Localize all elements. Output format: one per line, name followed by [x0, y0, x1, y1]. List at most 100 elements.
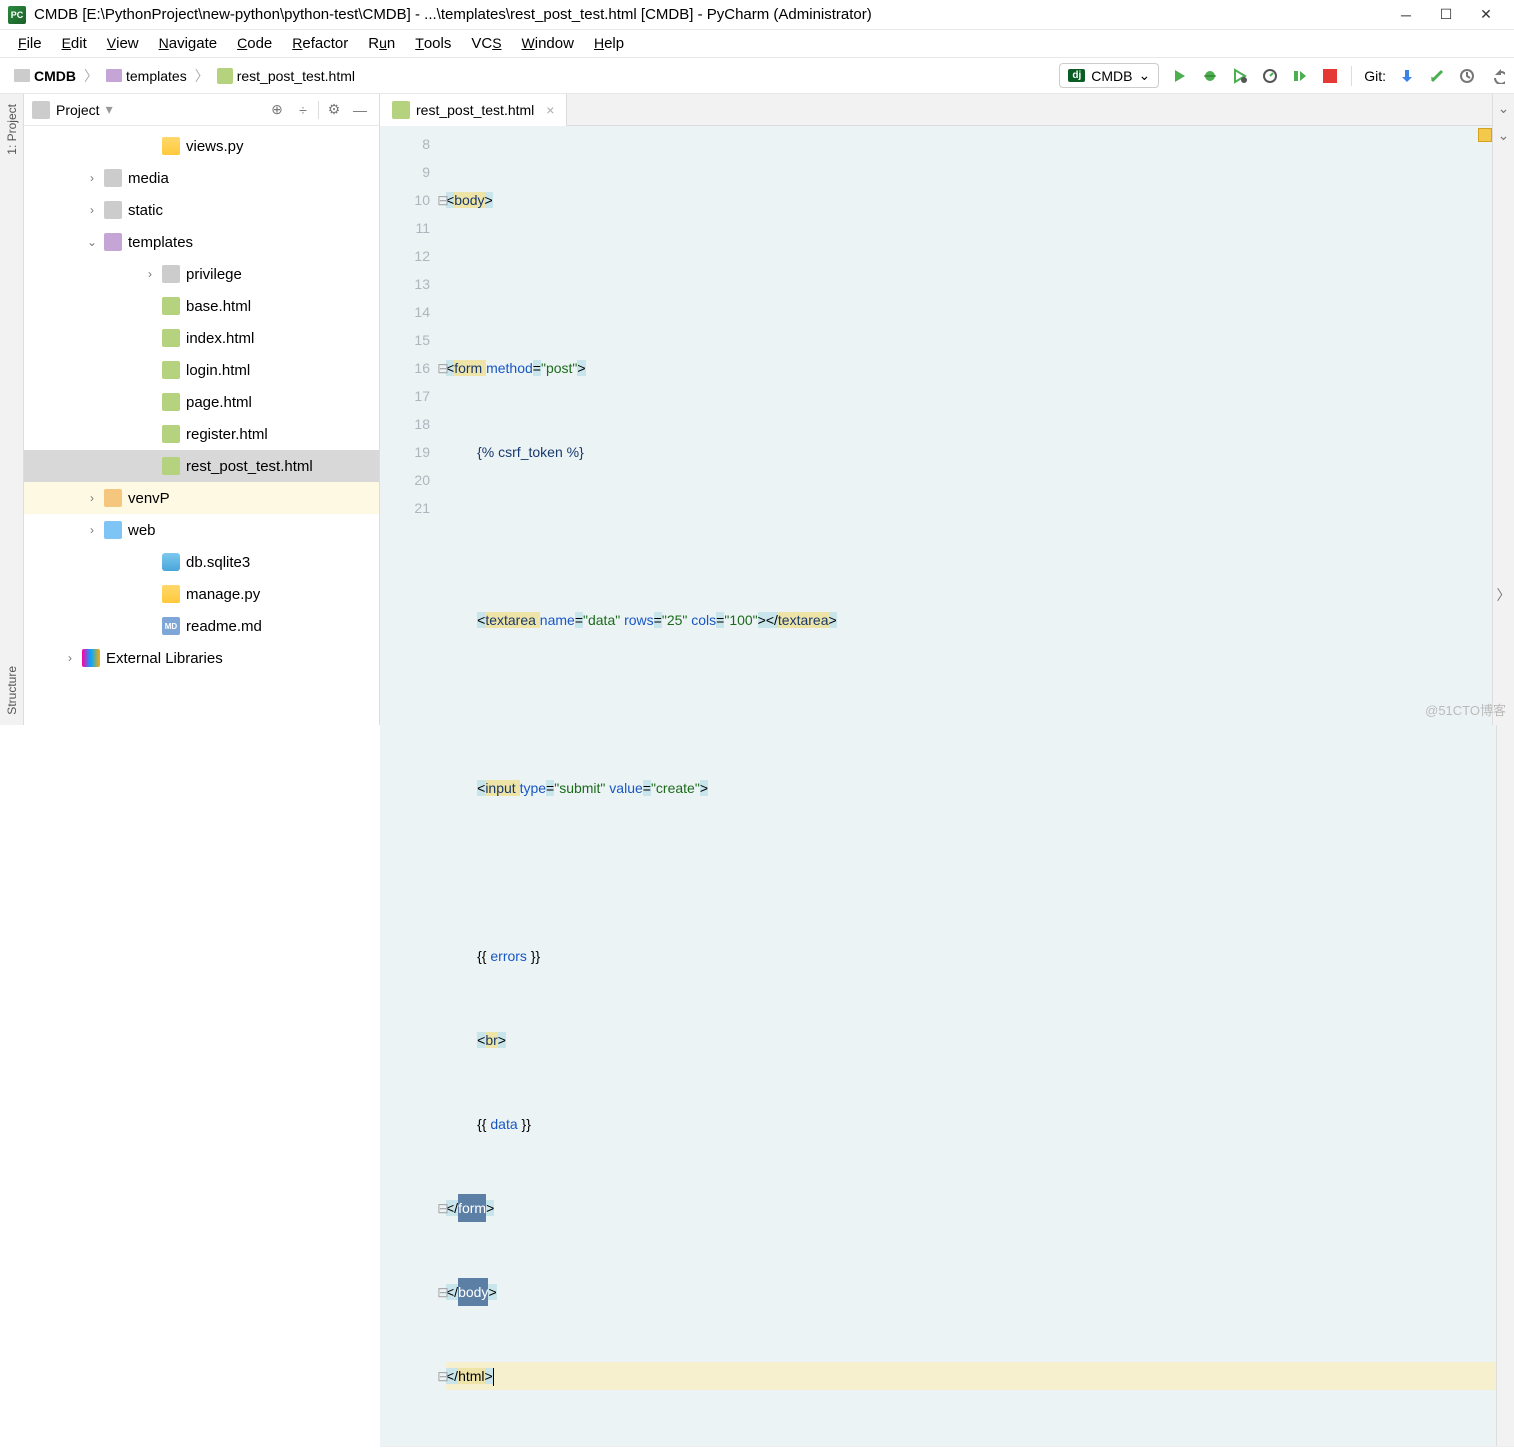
project-panel-title[interactable]: Project ▾: [32, 101, 113, 119]
git-update-button[interactable]: [1398, 67, 1416, 85]
breadcrumb-bar[interactable]: html: [380, 1446, 1514, 1450]
expand-arrow-icon[interactable]: ›: [86, 491, 98, 505]
expand-arrow-icon[interactable]: ⌄: [86, 235, 98, 249]
tree-row[interactable]: register.html: [24, 418, 379, 450]
minimize-button[interactable]: ─: [1386, 0, 1426, 30]
close-tab-button[interactable]: ×: [546, 102, 554, 118]
tree-row[interactable]: base.html: [24, 290, 379, 322]
expand-all-button[interactable]: ÷: [292, 99, 314, 121]
foldy-icon: [104, 489, 122, 507]
line-number[interactable]: 19: [380, 438, 430, 466]
hide-panel-button[interactable]: —: [349, 99, 371, 121]
line-number[interactable]: 21: [380, 494, 430, 522]
line-number[interactable]: 13: [380, 270, 430, 298]
expand-arrow-icon[interactable]: ›: [86, 203, 98, 217]
project-tool-button[interactable]: 1: Project: [5, 104, 19, 155]
tree-row[interactable]: ›External Libraries: [24, 642, 379, 674]
code-editor[interactable]: 89101112131415161718192021 ⊟<body> ⊟<for…: [380, 126, 1514, 1446]
maximize-button[interactable]: ☐: [1426, 0, 1466, 30]
tree-row[interactable]: ›venvP: [24, 482, 379, 514]
debug-button[interactable]: [1201, 67, 1219, 85]
html-icon: [162, 393, 180, 411]
editor-tab[interactable]: rest_post_test.html ×: [380, 94, 567, 126]
menu-navigate[interactable]: Navigate: [149, 33, 228, 54]
tree-label: rest_post_test.html: [186, 458, 313, 475]
watermark: @51CTO博客: [1425, 700, 1506, 719]
tree-row[interactable]: ›privilege: [24, 258, 379, 290]
tree-row[interactable]: › media: [24, 162, 379, 194]
tree-row[interactable]: page.html: [24, 386, 379, 418]
menu-window[interactable]: Window: [512, 33, 584, 54]
crumb-file[interactable]: rest_post_test.html: [211, 66, 361, 86]
left-tool-strip: 1: Project Structure: [0, 94, 24, 725]
line-number[interactable]: 10: [380, 186, 430, 214]
fold-icon: [162, 265, 180, 283]
chevron-right-icon[interactable]: 〉: [1497, 585, 1511, 605]
line-number[interactable]: 16: [380, 354, 430, 382]
run-coverage-button[interactable]: [1231, 67, 1249, 85]
line-number[interactable]: 14: [380, 298, 430, 326]
line-number[interactable]: 18: [380, 410, 430, 438]
chevron-down-icon[interactable]: ⌄: [1498, 127, 1510, 144]
expand-arrow-icon[interactable]: ›: [86, 523, 98, 537]
py-icon: [162, 585, 180, 603]
editor-tabbar: rest_post_test.html × ⋮: [380, 94, 1514, 126]
run-config-selector[interactable]: dj CMDB ⌄: [1059, 63, 1159, 88]
git-revert-button[interactable]: [1488, 67, 1506, 85]
line-number[interactable]: 11: [380, 214, 430, 242]
menu-refactor[interactable]: Refactor: [282, 33, 358, 54]
run-button[interactable]: [1171, 67, 1189, 85]
line-number[interactable]: 12: [380, 242, 430, 270]
menu-file[interactable]: File: [8, 33, 52, 54]
tab-label: rest_post_test.html: [416, 102, 534, 118]
expand-arrow-icon[interactable]: ›: [86, 171, 98, 185]
line-number[interactable]: 20: [380, 466, 430, 494]
html-icon: [162, 457, 180, 475]
crumb-templates[interactable]: templates: [100, 66, 193, 86]
crumb-root[interactable]: CMDB: [8, 66, 82, 86]
select-file-button[interactable]: ⊕: [266, 99, 288, 121]
tree-row[interactable]: ⌄templates: [24, 226, 379, 258]
tree-row[interactable]: rest_post_test.html: [24, 450, 379, 482]
git-history-button[interactable]: [1458, 67, 1476, 85]
menu-tools[interactable]: Tools: [405, 33, 461, 54]
project-tree[interactable]: views.py › media ›static⌄templates›privileg…: [24, 126, 379, 725]
chevron-down-icon[interactable]: ⌄: [1498, 100, 1510, 117]
code-content[interactable]: ⊟<body> ⊟<form method="post"> {% csrf_to…: [440, 126, 1514, 1446]
structure-tool-button[interactable]: Structure: [5, 666, 19, 715]
line-number[interactable]: 17: [380, 382, 430, 410]
expand-arrow-icon[interactable]: ›: [64, 651, 76, 665]
git-commit-button[interactable]: [1428, 67, 1446, 85]
line-number[interactable]: 8: [380, 130, 430, 158]
line-number[interactable]: 15: [380, 326, 430, 354]
tree-row[interactable]: views.py: [24, 130, 379, 162]
close-button[interactable]: ✕: [1466, 0, 1506, 30]
expand-arrow-icon[interactable]: ›: [144, 267, 156, 281]
chevron-down-icon: ▾: [106, 101, 113, 118]
tree-label: media: [128, 170, 169, 187]
menu-vcs[interactable]: VCS: [461, 33, 511, 54]
tree-label: manage.py: [186, 586, 260, 603]
tree-row[interactable]: manage.py: [24, 578, 379, 610]
line-gutter[interactable]: 89101112131415161718192021: [380, 126, 440, 1446]
tree-row[interactable]: ›static: [24, 194, 379, 226]
run-config-label: CMDB: [1091, 68, 1132, 84]
profile-button[interactable]: [1261, 67, 1279, 85]
project-panel-header: Project ▾ ⊕ ÷ ⚙ —: [24, 94, 379, 126]
tree-row[interactable]: login.html: [24, 354, 379, 386]
stop-button[interactable]: [1321, 67, 1339, 85]
tree-label: index.html: [186, 330, 254, 347]
menu-help[interactable]: Help: [584, 33, 634, 54]
attach-button[interactable]: [1291, 67, 1309, 85]
tree-row[interactable]: index.html: [24, 322, 379, 354]
tree-row[interactable]: MDreadme.md: [24, 610, 379, 642]
menu-code[interactable]: Code: [227, 33, 282, 54]
menu-edit[interactable]: Edit: [52, 33, 97, 54]
line-number[interactable]: 9: [380, 158, 430, 186]
tree-row[interactable]: ›web: [24, 514, 379, 546]
tree-row[interactable]: db.sqlite3: [24, 546, 379, 578]
menu-run[interactable]: Run: [358, 33, 405, 54]
menu-view[interactable]: View: [97, 33, 149, 54]
tree-label: base.html: [186, 298, 251, 315]
gear-icon[interactable]: ⚙: [323, 99, 345, 121]
